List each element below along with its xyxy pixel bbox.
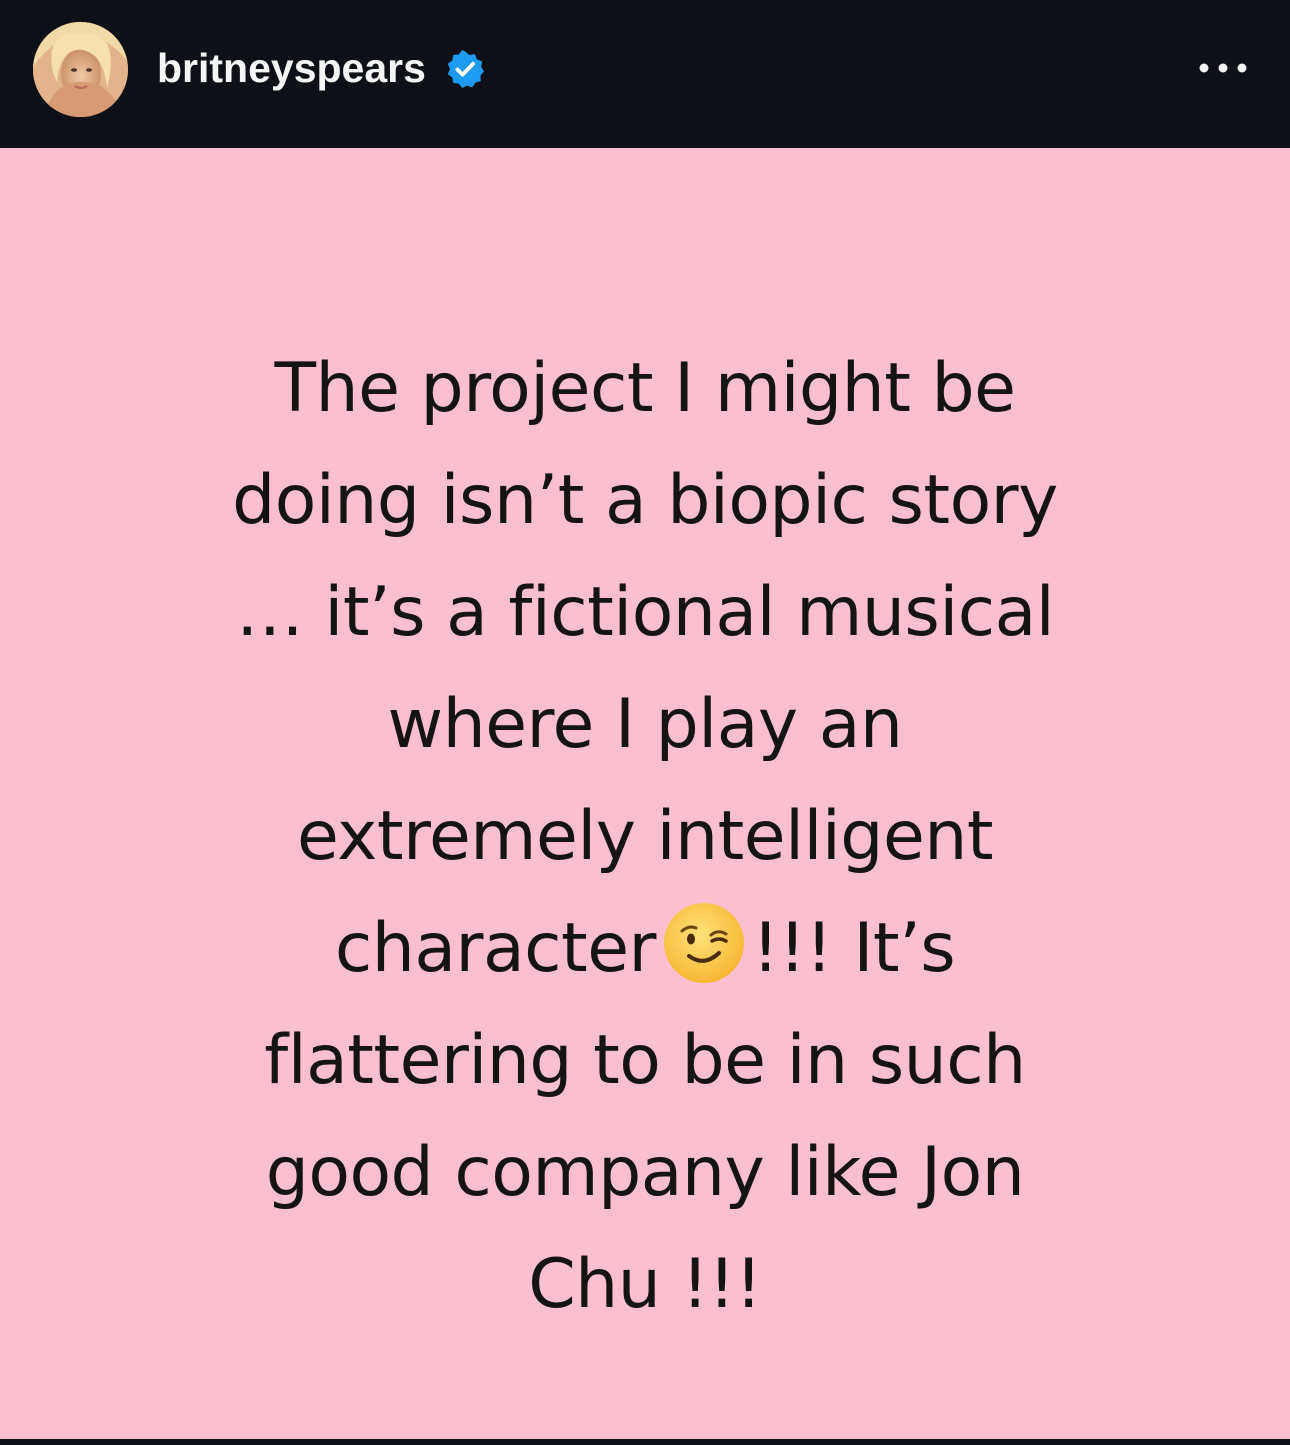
text-line: character bbox=[334, 909, 657, 988]
post-caption-text: The project I might be doing isn’t a biop… bbox=[120, 333, 1170, 1341]
username[interactable]: britneyspears bbox=[157, 40, 426, 96]
text-line: flattering to be in such bbox=[264, 1021, 1026, 1100]
text-line: good company like Jon bbox=[265, 1133, 1025, 1212]
profile-avatar[interactable] bbox=[33, 22, 128, 117]
text-line: where I play an bbox=[387, 685, 903, 764]
instagram-post-frame: britneyspears The project I might be doin… bbox=[0, 0, 1290, 1445]
post-header: britneyspears bbox=[0, 0, 1290, 148]
avatar-image bbox=[33, 22, 128, 117]
text-line: The project I might be bbox=[274, 349, 1016, 428]
text-line: Chu !!! bbox=[528, 1245, 762, 1324]
verified-badge-icon bbox=[446, 50, 484, 88]
text-line: !!! It’s bbox=[751, 909, 956, 988]
bottom-divider bbox=[0, 1439, 1290, 1445]
text-line: doing isn’t a biopic story bbox=[232, 461, 1058, 540]
post-image[interactable]: The project I might be doing isn’t a biop… bbox=[0, 148, 1290, 1439]
more-options-icon[interactable] bbox=[1194, 48, 1252, 88]
text-line: … it’s a fictional musical bbox=[235, 573, 1055, 652]
text-line: extremely intelligent bbox=[296, 797, 994, 876]
winking-face-emoji bbox=[662, 901, 746, 985]
